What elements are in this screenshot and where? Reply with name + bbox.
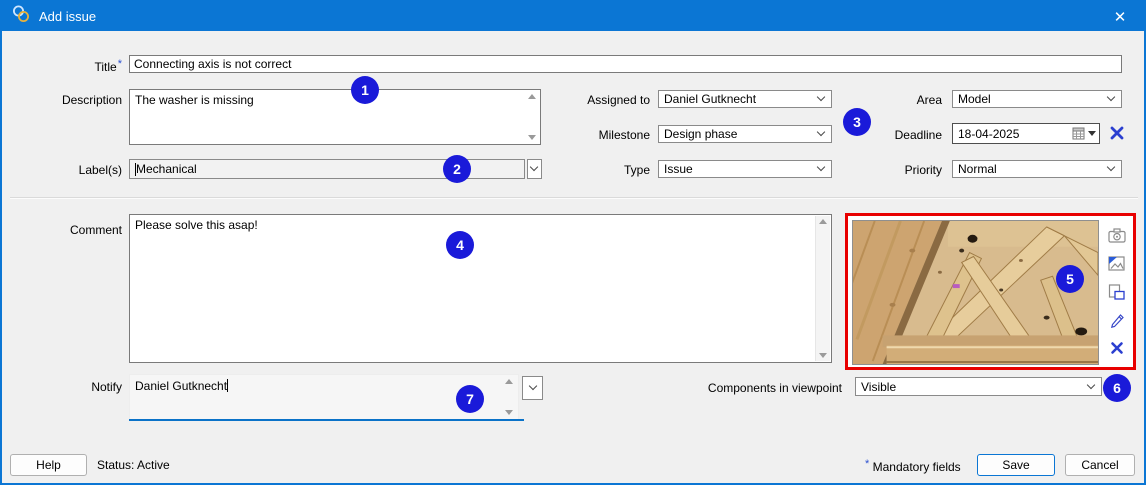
description-label: Description bbox=[61, 93, 122, 107]
notify-dropdown-button[interactable] bbox=[522, 376, 543, 400]
notify-value: Daniel Gutknecht bbox=[135, 379, 228, 393]
chevron-down-icon bbox=[1106, 92, 1116, 102]
components-label: Components in viewpoint bbox=[707, 381, 842, 395]
chevron-down-icon bbox=[1086, 380, 1096, 389]
help-button[interactable]: Help bbox=[10, 454, 87, 476]
labels-value: Mechanical bbox=[136, 162, 197, 176]
cancel-button[interactable]: Cancel bbox=[1065, 454, 1135, 476]
annotation-badge-4: 4 bbox=[446, 231, 474, 259]
area-select[interactable]: Model bbox=[952, 90, 1122, 108]
priority-select[interactable]: Normal bbox=[952, 160, 1122, 178]
annotation-badge-3: 3 bbox=[843, 108, 871, 136]
viewpoint-panel bbox=[845, 213, 1136, 370]
viewpoint-image[interactable] bbox=[852, 220, 1099, 365]
scroll-up-icon[interactable] bbox=[505, 379, 513, 384]
chevron-down-icon bbox=[816, 162, 826, 172]
calendar-icon bbox=[1072, 127, 1085, 140]
assigned-to-select[interactable]: Daniel Gutknecht bbox=[658, 90, 832, 108]
app-link-icon bbox=[11, 4, 31, 29]
milestone-value: Design phase bbox=[664, 127, 738, 141]
calendar-dropdown-button[interactable] bbox=[1072, 127, 1096, 140]
type-label: Type bbox=[623, 163, 650, 177]
section-divider bbox=[10, 197, 1138, 199]
camera-icon[interactable] bbox=[1107, 227, 1126, 244]
annotation-badge-5: 5 bbox=[1056, 265, 1084, 293]
annotation-badge-6: 6 bbox=[1103, 374, 1131, 402]
title-input[interactable]: Connecting axis is not correct bbox=[129, 55, 1122, 73]
viewpoint-toolbar bbox=[1100, 216, 1133, 367]
milestone-select[interactable]: Design phase bbox=[658, 125, 832, 143]
copy-icon[interactable] bbox=[1108, 283, 1126, 300]
save-button[interactable]: Save bbox=[977, 454, 1055, 476]
mandatory-asterisk: * bbox=[865, 458, 870, 470]
description-textarea[interactable]: The washer is missing bbox=[129, 89, 541, 145]
annotation-badge-1: 1 bbox=[351, 76, 379, 104]
comment-textarea[interactable]: Please solve this asap! bbox=[129, 214, 832, 363]
area-label: Area bbox=[916, 93, 942, 107]
clear-deadline-icon[interactable] bbox=[1109, 125, 1125, 146]
notify-label: Notify bbox=[91, 380, 122, 394]
title-label: Title* bbox=[94, 58, 122, 74]
edit-icon[interactable] bbox=[1108, 311, 1126, 328]
required-asterisk: * bbox=[117, 58, 122, 70]
priority-label: Priority bbox=[904, 163, 942, 177]
text-caret bbox=[227, 379, 229, 392]
scroll-down-icon[interactable] bbox=[505, 410, 513, 415]
annotation-badge-7: 7 bbox=[456, 385, 484, 413]
components-value: Visible bbox=[861, 379, 897, 394]
comment-scrollbar[interactable] bbox=[815, 216, 830, 361]
chevron-down-icon bbox=[528, 381, 538, 391]
deadline-datepicker[interactable]: 18-04-2025 bbox=[952, 123, 1100, 144]
chevron-down-icon bbox=[816, 92, 826, 102]
notify-focus-underline bbox=[129, 419, 524, 421]
assigned-to-value: Daniel Gutknecht bbox=[664, 92, 757, 106]
window-title: Add issue bbox=[39, 9, 97, 24]
add-issue-dialog: Add issue ✕ Title* Connecting axis is no… bbox=[0, 0, 1146, 485]
chevron-down-icon bbox=[816, 127, 826, 137]
mandatory-fields-note: * Mandatory fields bbox=[865, 458, 961, 474]
scroll-up-icon[interactable] bbox=[819, 219, 827, 224]
chevron-down-icon bbox=[1106, 162, 1116, 172]
deadline-value: 18-04-2025 bbox=[958, 126, 1020, 141]
status-text: Status: Active bbox=[97, 458, 170, 472]
notify-scrollbar[interactable] bbox=[502, 376, 516, 418]
close-icon[interactable]: ✕ bbox=[1106, 2, 1134, 31]
titlebar: Add issue ✕ bbox=[2, 2, 1144, 31]
priority-value: Normal bbox=[958, 162, 997, 176]
image-icon[interactable] bbox=[1108, 255, 1126, 272]
type-value: Issue bbox=[664, 162, 693, 176]
dropdown-arrow-icon bbox=[1088, 131, 1096, 136]
type-select[interactable]: Issue bbox=[658, 160, 832, 178]
comment-label: Comment bbox=[69, 223, 122, 237]
scroll-down-icon[interactable] bbox=[819, 353, 827, 358]
assigned-to-label: Assigned to bbox=[587, 93, 650, 107]
comment-text: Please solve this asap! bbox=[135, 218, 258, 232]
description-text: The washer is missing bbox=[135, 93, 254, 107]
area-value: Model bbox=[958, 92, 991, 106]
components-select[interactable]: Visible bbox=[855, 377, 1102, 396]
milestone-label: Milestone bbox=[598, 128, 650, 142]
annotation-badge-2: 2 bbox=[443, 155, 471, 183]
delete-viewpoint-icon[interactable] bbox=[1108, 339, 1126, 356]
labels-label: Label(s) bbox=[78, 163, 122, 177]
